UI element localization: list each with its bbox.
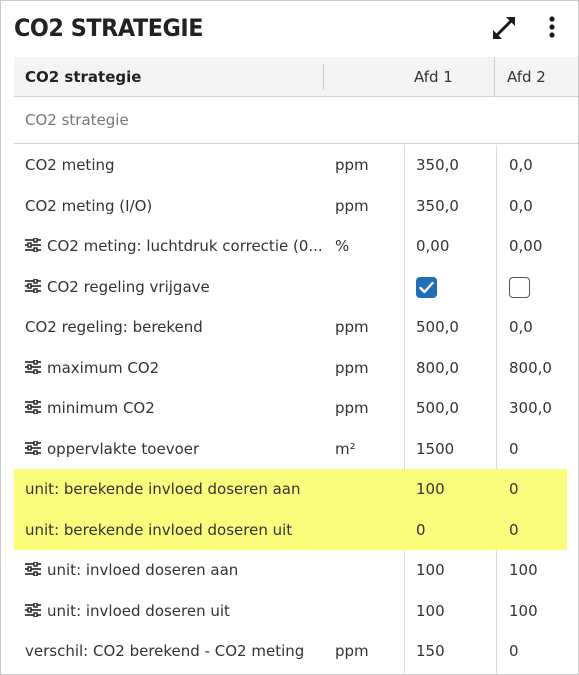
row-label: CO2 meting: luchtdruk correctie (0... [25, 226, 325, 266]
section-label: CO2 strategie [25, 111, 129, 129]
row-label: maximum CO2 [25, 348, 325, 388]
row-label: minimum CO2 [25, 388, 325, 428]
row-label: oppervlakte toevoer [25, 429, 325, 469]
row-name: unit: berekende invloed doseren aan [25, 480, 301, 498]
row-label: CO2 meting (I/O) [25, 186, 325, 226]
row-label: verschil: CO2 berekend - CO2 meting [25, 631, 325, 671]
row-name: verschil: CO2 berekend - CO2 meting [25, 642, 305, 660]
afd1-checkbox[interactable] [416, 276, 437, 298]
table-row[interactable]: CO2 regeling: berekend ppm 500,0 0,0 [14, 307, 578, 348]
table-row[interactable]: oppervlakte toevoer m² 1500 0 [14, 429, 578, 470]
row-label: CO2 meting [25, 145, 325, 185]
afd2-value[interactable]: 0,0 [509, 307, 533, 347]
column-divider [494, 57, 495, 97]
row-unit: ppm [335, 358, 369, 377]
table-row[interactable]: unit: berekende invloed doseren aan 100 0 [14, 469, 567, 510]
row-unit: m² [335, 439, 356, 458]
row-name: minimum CO2 [47, 399, 155, 417]
panel-title: CO2 STRATEGIE [14, 14, 203, 42]
afd1-value[interactable]: 350,0 [416, 145, 459, 185]
table-row[interactable]: maximum CO2 ppm 800,0 800,0 [14, 348, 578, 389]
afd2-value[interactable]: 0,0 [509, 145, 533, 185]
afd1-value[interactable]: 100 [416, 469, 445, 509]
row-name: maximum CO2 [47, 358, 160, 377]
afd2-value[interactable]: 100 [509, 591, 538, 631]
row-name: oppervlakte toevoer [47, 439, 200, 458]
afd1-value[interactable]: 800,0 [416, 348, 459, 388]
row-unit: ppm [335, 156, 369, 174]
sliders-icon [25, 238, 41, 252]
table-row[interactable]: minimum CO2 ppm 500,0 300,0 [14, 388, 578, 429]
row-unit: % [335, 237, 350, 255]
afd2-value[interactable]: 300,0 [509, 388, 552, 428]
afd1-value[interactable]: 100 [416, 550, 445, 590]
row-name: unit: invloed doseren aan [47, 561, 239, 579]
afd2-value[interactable]: 0 [509, 510, 519, 550]
sliders-icon [25, 602, 41, 617]
co2-strategie-panel: CO2 STRATEGIE CO2 strategie Afd 1 Afd 2 [0, 0, 579, 675]
row-label: unit: berekende invloed doseren uit [25, 510, 325, 550]
table-row[interactable]: CO2 meting (I/O) ppm 350,0 0,0 [14, 186, 578, 227]
sliders-icon [25, 562, 41, 576]
afd1-value[interactable]: 0,00 [416, 226, 449, 266]
sliders-icon [25, 278, 41, 293]
row-unit: ppm [335, 642, 369, 660]
row-name: CO2 regeling: berekend [25, 318, 203, 336]
row-name: CO2 regeling vrijgave [47, 277, 210, 296]
afd1-value[interactable]: 500,0 [416, 388, 459, 428]
row-name: unit: berekende invloed doseren uit [25, 520, 293, 539]
row-name: CO2 meting [25, 156, 115, 174]
table-body: CO2 meting ppm 350,0 0,0 CO2 meting (I/O) ppm… [14, 145, 578, 674]
more-options-button[interactable] [539, 14, 565, 42]
row-name: CO2 meting (I/O) [25, 196, 153, 215]
sliders-icon [25, 440, 41, 455]
afd2-value[interactable]: 0 [509, 631, 519, 671]
row-label: unit: invloed doseren aan [25, 550, 325, 590]
column-header-name[interactable]: CO2 strategie [25, 57, 141, 97]
afd2-value[interactable]: 0 [509, 429, 519, 469]
afd2-value[interactable]: 100 [509, 550, 538, 590]
row-name: CO2 meting: luchtdruk correctie (0... [47, 237, 323, 255]
afd2-value[interactable]: 0,00 [509, 226, 542, 266]
row-label: CO2 regeling: berekend [25, 307, 325, 347]
table-row[interactable]: CO2 meting: luchtdruk correctie (0...% 0,… [14, 226, 578, 267]
column-divider [323, 64, 324, 90]
expand-icon [493, 17, 515, 39]
column-header-afd2[interactable]: Afd 2 [507, 57, 546, 97]
table-row[interactable]: CO2 meting ppm 350,0 0,0 [14, 145, 578, 186]
afd2-value[interactable]: 0,0 [509, 186, 533, 226]
afd1-value[interactable]: 1500 [416, 429, 454, 469]
afd2-value[interactable]: 800,0 [509, 348, 552, 388]
row-label: CO2 regeling vrijgave [25, 267, 325, 307]
afd2-value[interactable]: 0 [509, 469, 519, 509]
afd1-value[interactable]: 500,0 [416, 307, 459, 347]
afd1-value[interactable]: 100 [416, 591, 445, 631]
afd2-checkbox[interactable] [509, 276, 530, 298]
row-label: unit: invloed doseren uit [25, 591, 325, 631]
afd1-value[interactable]: 0 [416, 510, 426, 550]
panel-header: CO2 STRATEGIE [1, 1, 578, 57]
row-unit: ppm [335, 318, 369, 336]
table-row[interactable]: verschil: CO2 berekend - CO2 meting ppm 15… [14, 631, 578, 672]
checkmark-icon [419, 281, 434, 293]
section-header: CO2 strategie [14, 98, 578, 144]
sliders-icon [25, 359, 41, 374]
table-row[interactable]: unit: invloed doseren aan 100 100 [14, 550, 578, 591]
more-vertical-icon [549, 16, 555, 38]
sliders-icon [25, 400, 41, 414]
row-label: unit: berekende invloed doseren aan [25, 469, 325, 509]
row-unit: ppm [335, 196, 369, 215]
table-row[interactable]: unit: berekende invloed doseren uit 0 0 [14, 509, 567, 550]
afd1-value[interactable]: 350,0 [416, 186, 459, 226]
afd1-value[interactable]: 150 [416, 631, 445, 671]
table-row[interactable]: unit: invloed doseren uit 100 100 [14, 591, 578, 632]
row-name: unit: invloed doseren uit [47, 601, 230, 620]
column-header-afd1[interactable]: Afd 1 [414, 57, 453, 97]
expand-button[interactable] [491, 15, 517, 41]
row-unit: ppm [335, 399, 369, 417]
table-header: CO2 strategie Afd 1 Afd 2 [14, 57, 578, 97]
table-row[interactable]: CO2 regeling vrijgave [14, 267, 578, 308]
